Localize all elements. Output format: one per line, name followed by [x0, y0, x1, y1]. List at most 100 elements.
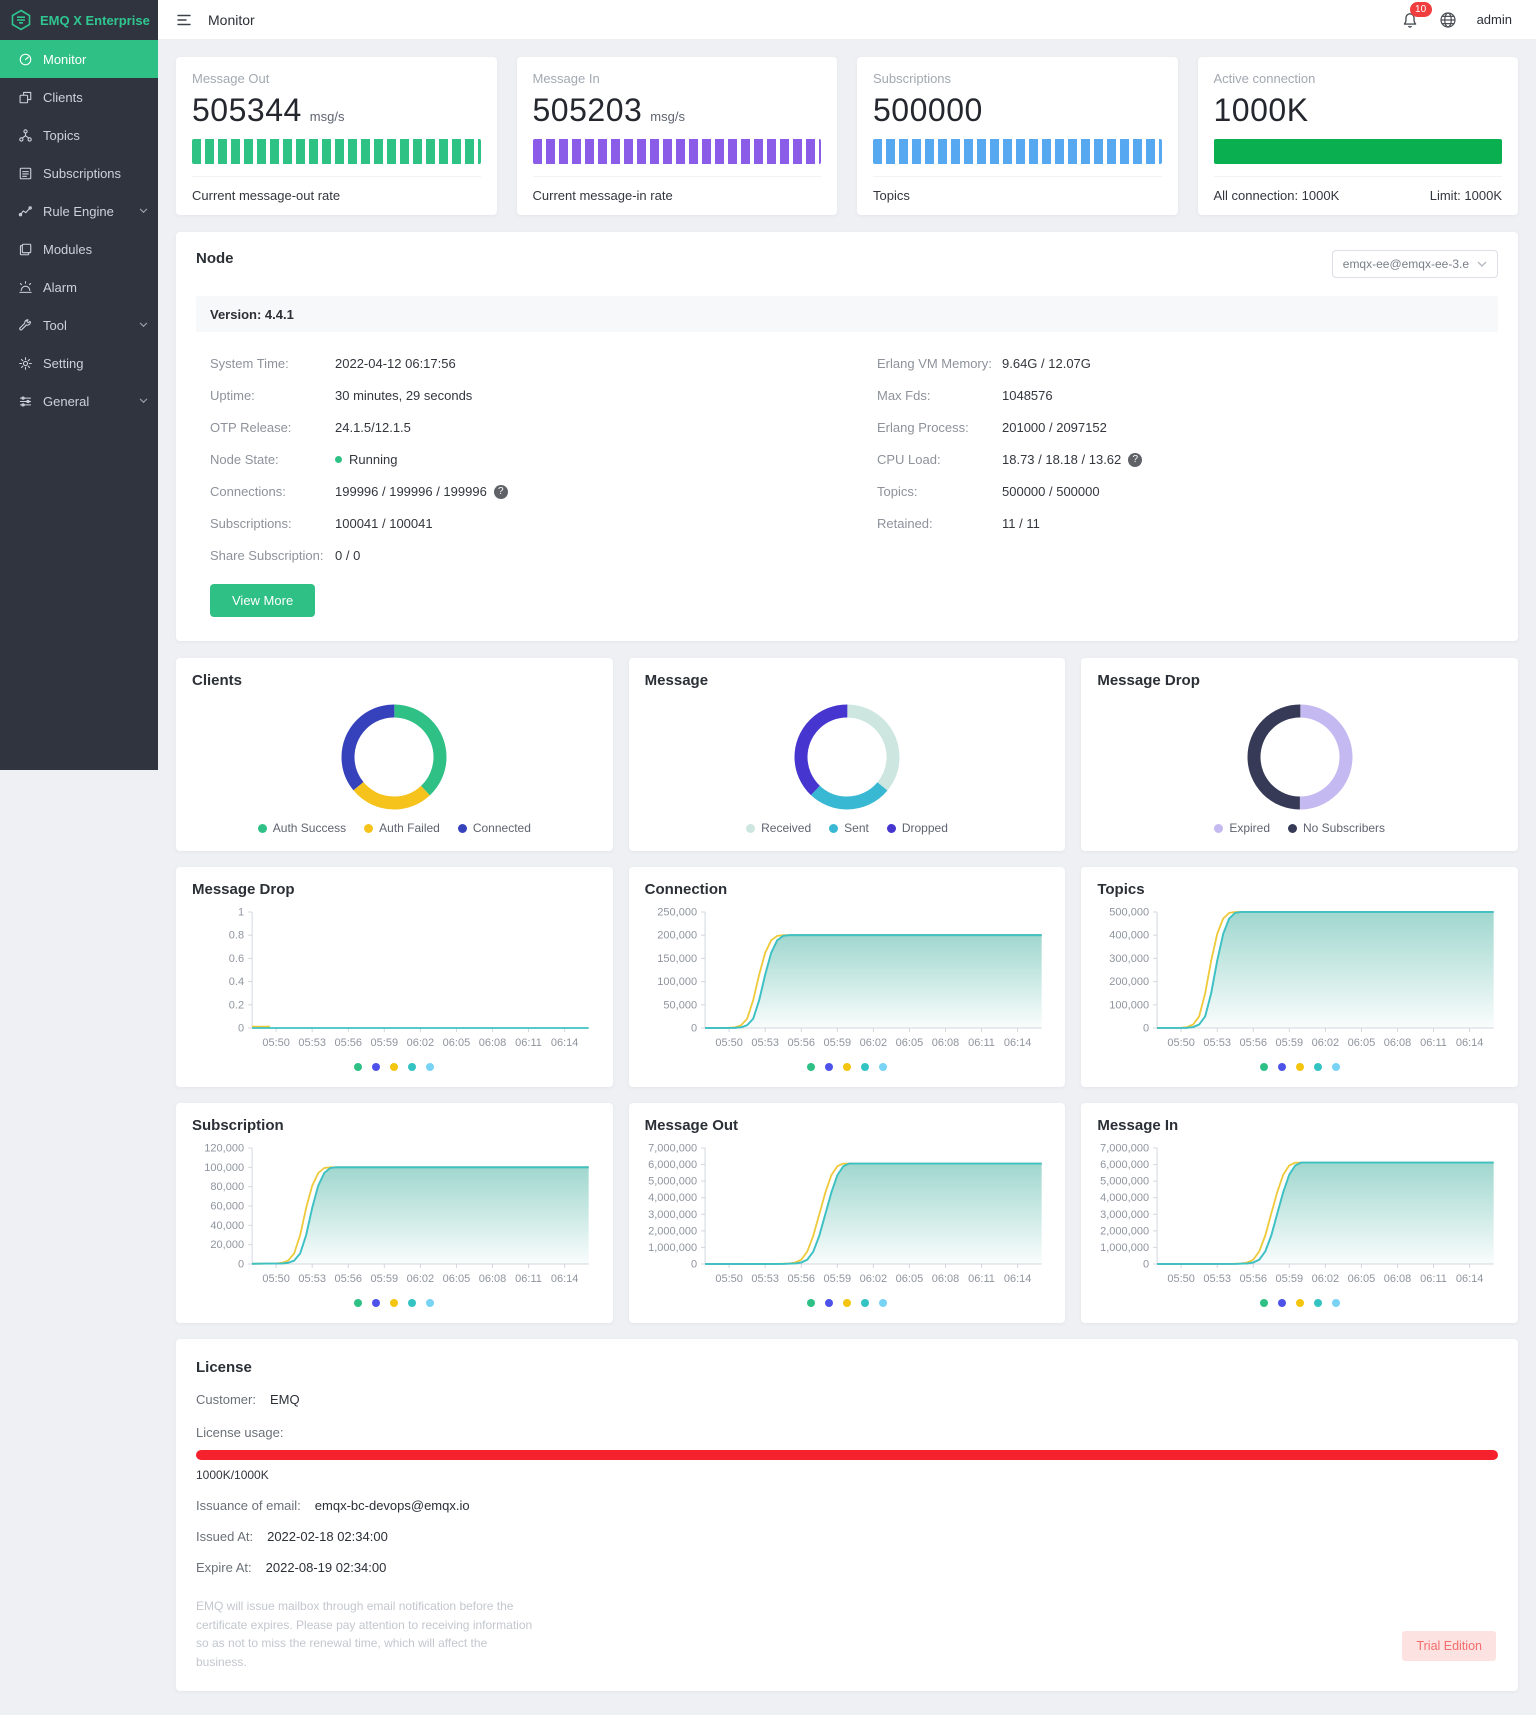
- legend-dot[interactable]: [426, 1063, 435, 1071]
- app: EMQ X Enterprise Monitor Clients Topics Sub…: [0, 0, 1536, 1715]
- svg-text:06:08: 06:08: [479, 1037, 507, 1049]
- help-icon[interactable]: ?: [493, 484, 508, 499]
- node-selector[interactable]: emqx-ee@emqx-ee-3.e: [1331, 250, 1498, 278]
- message-in-line-chart: 0 1,000,000 2,000,000 3,000,000 4,000,000 5,0…: [1100, 1143, 1495, 1285]
- node-detail-value: 199996 / 199996 / 199996?: [335, 484, 508, 499]
- sidebar-item-subscriptions[interactable]: Subscriptions: [0, 154, 158, 192]
- stat-card-message-in: Message In 505203 msg/s Current message-in …: [516, 57, 837, 215]
- stat-card-value: 500000: [873, 92, 983, 128]
- legend-dot[interactable]: [825, 1063, 833, 1071]
- stat-card-footer: Current message-in rate: [532, 188, 673, 203]
- svg-text:2,000,000: 2,000,000: [648, 1225, 697, 1237]
- node-detail-label: Erlang Process:: [877, 420, 969, 435]
- license-note: EMQ will issue mailbox through email not…: [196, 1599, 533, 1669]
- chart-title: Connection: [644, 881, 728, 898]
- legend-dot[interactable]: [372, 1299, 381, 1307]
- sidebar-item-monitor[interactable]: Monitor: [0, 40, 158, 78]
- legend-item[interactable]: Expired: [1214, 821, 1270, 835]
- legend-dot[interactable]: [879, 1299, 887, 1307]
- view-more-button[interactable]: View More: [210, 584, 316, 617]
- legend-item[interactable]: Connected: [457, 821, 531, 835]
- legend-dot[interactable]: [825, 1299, 833, 1307]
- legend-dot[interactable]: [1295, 1063, 1304, 1071]
- legend-item[interactable]: Received: [746, 821, 811, 835]
- legend-dot[interactable]: [1277, 1299, 1286, 1307]
- legend-dot[interactable]: [807, 1299, 815, 1307]
- svg-text:4,000,000: 4,000,000: [1100, 1192, 1149, 1204]
- legend-item[interactable]: Auth Failed: [364, 821, 440, 835]
- sidebar-item-topics[interactable]: Topics: [0, 116, 158, 154]
- legend-dot[interactable]: [1259, 1299, 1268, 1307]
- legend-label: Dropped: [901, 821, 948, 835]
- user-menu[interactable]: admin: [1477, 12, 1512, 27]
- legend-dot[interactable]: [390, 1299, 399, 1307]
- svg-text:05:53: 05:53: [1204, 1273, 1232, 1285]
- legend-dot[interactable]: [354, 1299, 363, 1307]
- legend-dot[interactable]: [1313, 1299, 1322, 1307]
- legend-dot[interactable]: [1259, 1063, 1268, 1071]
- legend-dot[interactable]: [861, 1299, 869, 1307]
- legend-dot[interactable]: [879, 1063, 887, 1071]
- license-panel: License Customer: EMQ License usage: 100…: [176, 1339, 1518, 1692]
- sidebar-item-tool[interactable]: Tool: [0, 306, 158, 344]
- node-detail-value: Running: [335, 452, 397, 467]
- stat-card-unit: msg/s: [309, 109, 345, 124]
- language-button[interactable]: [1439, 11, 1457, 29]
- node-detail-row: Retained: 11 / 11: [877, 516, 1484, 531]
- sidebar-item-clients[interactable]: Clients: [0, 78, 158, 116]
- chevron-down-icon: [139, 322, 148, 328]
- legend-dot[interactable]: [843, 1063, 851, 1071]
- notifications-button[interactable]: 10: [1401, 1, 1432, 29]
- svg-text:05:50: 05:50: [262, 1273, 290, 1285]
- legend-dot[interactable]: [1277, 1063, 1286, 1071]
- legend-dot[interactable]: [1295, 1299, 1304, 1307]
- legend-dot[interactable]: [354, 1063, 363, 1071]
- line-charts-row-1: Message Drop 0 0.2 0.4 0.6 0.8 1 05:50 05:53 05:5…: [176, 867, 1519, 1087]
- sidebar-item-setting[interactable]: Setting: [0, 344, 158, 382]
- chart-legend-dots: [192, 1059, 597, 1077]
- legend-item[interactable]: Sent: [829, 821, 869, 835]
- legend-dot[interactable]: [843, 1299, 851, 1307]
- node-detail-value: 2022-04-12 06:17:56: [335, 356, 456, 371]
- svg-text:1: 1: [238, 907, 244, 919]
- legend-item[interactable]: Dropped: [886, 821, 948, 835]
- node-detail-row: Max Fds: 1048576: [877, 388, 1484, 403]
- topbar: Monitor 10 admin: [158, 0, 1536, 40]
- issued-at-label: Issued At:: [196, 1529, 254, 1544]
- legend-item[interactable]: Auth Success: [257, 821, 346, 835]
- legend-label: Sent: [844, 821, 869, 835]
- legend-dot[interactable]: [408, 1299, 417, 1307]
- legend-dot[interactable]: [390, 1063, 399, 1071]
- node-detail-value: 9.64G / 12.07G: [1002, 356, 1091, 371]
- node-detail-value: 1048576: [1002, 388, 1053, 403]
- node-detail-row: Erlang VM Memory: 9.64G / 12.07G: [877, 356, 1484, 371]
- legend-dot[interactable]: [1313, 1063, 1322, 1071]
- sidebar-toggle-icon[interactable]: [176, 12, 192, 28]
- globe-icon: [1439, 11, 1456, 28]
- svg-text:05:59: 05:59: [823, 1273, 851, 1285]
- rule-engine-icon: [18, 205, 32, 216]
- svg-text:05:56: 05:56: [1240, 1037, 1268, 1049]
- node-selector-value: emqx-ee@emqx-ee-3.e: [1342, 257, 1469, 271]
- sidebar-item-rule-engine[interactable]: Rule Engine: [0, 192, 158, 230]
- node-detail-label: CPU Load:: [877, 452, 941, 467]
- legend-dot[interactable]: [372, 1063, 381, 1071]
- help-icon[interactable]: ?: [1128, 452, 1143, 467]
- sidebar-item-general[interactable]: General: [0, 382, 158, 420]
- stat-card-title: Message Out: [192, 71, 270, 86]
- chart-title: Message Drop: [1097, 672, 1200, 689]
- sidebar-nav: Monitor Clients Topics Subscriptions Rule En…: [0, 40, 158, 420]
- legend-dot[interactable]: [1331, 1063, 1340, 1071]
- clients-icon: [19, 91, 32, 103]
- sidebar-item-alarm[interactable]: Alarm: [0, 268, 158, 306]
- legend-dot[interactable]: [408, 1063, 417, 1071]
- legend-dot[interactable]: [807, 1063, 815, 1071]
- legend-dot[interactable]: [1331, 1299, 1340, 1307]
- legend-item[interactable]: No Subscribers: [1288, 821, 1385, 835]
- legend-dot[interactable]: [426, 1299, 435, 1307]
- chart-legend: Received Sent Dropped: [645, 821, 1050, 835]
- sidebar-item-modules[interactable]: Modules: [0, 230, 158, 268]
- legend-dot[interactable]: [861, 1063, 869, 1071]
- alarm-icon: [19, 280, 32, 293]
- svg-text:06:08: 06:08: [479, 1273, 507, 1285]
